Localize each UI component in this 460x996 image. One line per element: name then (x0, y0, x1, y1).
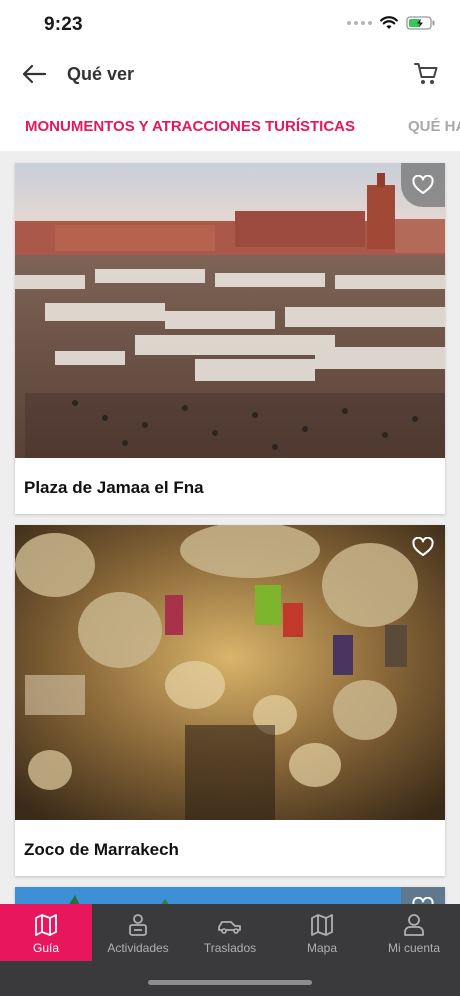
wifi-icon (380, 16, 398, 29)
tab-que-hacer[interactable]: QUÉ HA (408, 118, 460, 135)
place-image (15, 887, 445, 904)
bottom-nav: Guía Actividades Traslados Mapa Mi cuent… (0, 904, 460, 961)
status-icons (347, 16, 436, 30)
nav-label: Mi cuenta (387, 941, 441, 955)
place-title: Zoco de Marrakech (24, 840, 179, 859)
nav-item-mapa[interactable]: Mapa (276, 904, 368, 961)
status-time: 9:23 (44, 14, 83, 35)
favorite-button[interactable] (401, 163, 445, 207)
cart-icon (414, 63, 438, 84)
person-ticket-icon (129, 914, 147, 936)
status-bar: 9:23 (0, 0, 460, 50)
nav-label: Mapa (306, 941, 338, 955)
favorite-button[interactable] (401, 525, 445, 569)
heart-outline-icon (412, 537, 434, 556)
app-header: Qué ver (0, 50, 460, 100)
place-card[interactable] (15, 887, 445, 904)
place-image (15, 163, 445, 458)
nav-item-traslados[interactable]: Traslados (184, 904, 276, 961)
nav-item-mi-cuenta[interactable]: Mi cuenta (368, 904, 460, 961)
place-card[interactable]: Zoco de Marrakech (15, 525, 445, 876)
nav-item-actividades[interactable]: Actividades (92, 904, 184, 961)
sky-photo (15, 887, 445, 904)
place-title: Plaza de Jamaa el Fna (24, 478, 204, 497)
heart-outline-icon (412, 897, 434, 904)
map-book-icon (35, 914, 57, 936)
lanterns-photo (15, 525, 445, 820)
nav-item-guia[interactable]: Guía (0, 904, 92, 961)
nav-label: Actividades (107, 941, 169, 955)
place-image (15, 525, 445, 820)
arrow-left-icon (22, 64, 47, 84)
place-card[interactable]: Plaza de Jamaa el Fna (15, 163, 445, 514)
nav-label: Traslados (203, 941, 257, 955)
cart-button[interactable] (410, 58, 442, 90)
tab-monumentos[interactable]: MONUMENTOS Y ATRACCIONES TURÍSTICAS (25, 118, 355, 135)
favorite-button[interactable] (401, 887, 445, 904)
car-icon (218, 921, 241, 934)
content-list[interactable]: Plaza de Jamaa el Fna Zoco de Marrakech (0, 152, 460, 904)
plaza-photo (15, 163, 445, 458)
nav-label: Guía (32, 941, 59, 955)
back-button[interactable] (18, 60, 50, 88)
map-icon (311, 914, 333, 936)
heart-outline-icon (412, 175, 434, 194)
user-icon (404, 914, 424, 936)
page-title: Qué ver (67, 64, 135, 84)
category-tabs: MONUMENTOS Y ATRACCIONES TURÍSTICAS QUÉ … (0, 100, 460, 152)
signal-icon (347, 21, 372, 25)
home-indicator[interactable] (148, 980, 312, 985)
battery-icon (406, 16, 435, 30)
home-indicator-area (0, 961, 460, 996)
